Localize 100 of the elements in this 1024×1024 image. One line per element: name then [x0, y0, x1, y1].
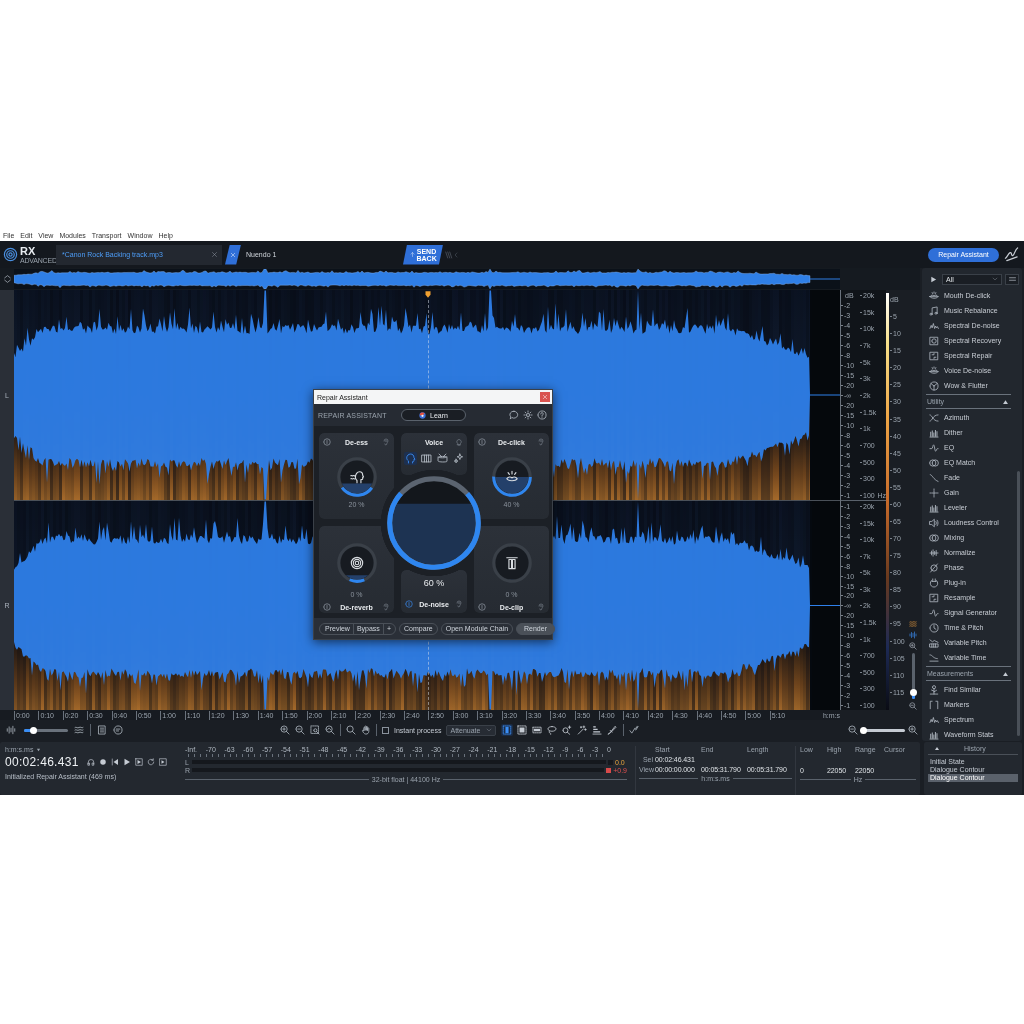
lips-icon — [929, 290, 939, 301]
brush-icon — [607, 725, 618, 735]
menu-button[interactable] — [1005, 273, 1019, 285]
record-icon[interactable] — [98, 758, 107, 766]
waveform-icon — [929, 547, 939, 558]
lips-icon — [929, 365, 939, 376]
document-icon[interactable] — [97, 725, 107, 735]
stacked-bars-icon — [592, 725, 603, 735]
selection-tool-button[interactable] — [561, 724, 574, 736]
zoom-out-icon[interactable] — [295, 725, 305, 735]
headphones-icon[interactable] — [86, 758, 95, 766]
tree-icon — [929, 684, 939, 695]
selection-tool-button[interactable] — [576, 724, 589, 736]
host-close-button[interactable] — [225, 244, 241, 265]
zoom-out-icon[interactable] — [848, 725, 858, 735]
power-icon[interactable] — [478, 438, 486, 446]
blend-slider[interactable] — [24, 728, 68, 732]
clip-bars-icon — [504, 556, 519, 570]
speech-bubble-icon[interactable] — [509, 410, 519, 420]
lasso-icon — [547, 725, 558, 735]
zoom-slider[interactable] — [861, 728, 905, 732]
chevron-down-icon — [992, 276, 998, 282]
slashes-icon — [445, 249, 453, 260]
check-pen-icon[interactable] — [629, 725, 640, 735]
head-waves-icon — [349, 470, 364, 484]
plug-icon — [929, 577, 939, 588]
magic-wand-icon — [577, 725, 588, 735]
slider-thumb[interactable] — [860, 726, 868, 734]
circle-lines-icon[interactable] — [113, 725, 123, 735]
time-selection-icon — [502, 725, 513, 735]
zoom-in-icon[interactable] — [908, 725, 918, 735]
chevron-down-icon — [486, 727, 493, 733]
time-display: 00:02:46.431 — [5, 755, 79, 769]
checkbox[interactable] — [382, 726, 389, 734]
overlapping-circles-icon — [929, 532, 939, 543]
overview-waveform-drawing[interactable] — [14, 269, 840, 289]
selection-tool-button[interactable] — [606, 724, 619, 736]
power-icon[interactable] — [478, 603, 486, 611]
zoom-in-icon[interactable] — [909, 642, 917, 650]
play-icon[interactable] — [930, 275, 937, 283]
settings-icon[interactable] — [523, 410, 533, 420]
slider-thumb[interactable] — [29, 726, 37, 734]
selection-tool-button[interactable] — [591, 724, 604, 736]
waveform-icon[interactable] — [909, 631, 917, 639]
lightbulb-icon[interactable] — [455, 438, 463, 446]
zoom-fit-icon[interactable] — [325, 725, 335, 735]
slope-icon — [929, 472, 939, 483]
clock-icon — [929, 622, 939, 633]
stacked-waves-icon[interactable] — [74, 725, 84, 735]
slider-thumb[interactable] — [909, 689, 917, 697]
hand-icon[interactable] — [361, 725, 371, 735]
power-icon[interactable] — [323, 603, 331, 611]
close-icon[interactable] — [211, 251, 218, 258]
overlapping-circles-icon — [929, 457, 939, 468]
zoom-selection-icon[interactable] — [310, 725, 320, 735]
vertical-zoom-slider[interactable] — [911, 653, 915, 699]
bars-icon — [929, 502, 939, 513]
menu-icon — [1007, 275, 1017, 283]
sparkle-icon[interactable] — [451, 452, 465, 465]
magnifier-icon[interactable] — [346, 725, 356, 735]
keyboard-icon — [929, 637, 939, 648]
selection-tool-button[interactable] — [531, 724, 544, 736]
play-icon[interactable] — [122, 758, 131, 766]
music-note-icon — [929, 305, 939, 316]
selection-tool-button[interactable] — [516, 724, 529, 736]
scrollbar[interactable] — [1017, 471, 1020, 736]
zigzag-icon — [929, 714, 939, 725]
curve-icon — [929, 607, 939, 618]
triangle-up-icon[interactable] — [934, 746, 940, 751]
close-icon — [542, 394, 548, 400]
close-icon — [230, 251, 236, 258]
zoom-out-icon[interactable] — [909, 702, 917, 710]
play-selection-icon[interactable] — [134, 758, 143, 766]
power-icon[interactable] — [323, 438, 331, 446]
frequency-selection-icon — [532, 725, 543, 735]
clip-indicator[interactable] — [606, 767, 612, 773]
triangle-down-icon — [36, 747, 42, 752]
drum-icon[interactable] — [435, 452, 449, 465]
head-profile-icon[interactable] — [403, 452, 417, 465]
wheel-icon — [929, 380, 939, 391]
loop-icon[interactable] — [146, 758, 155, 766]
orb-icon — [419, 411, 427, 419]
waveform-icon[interactable] — [6, 725, 16, 735]
skip-back-icon[interactable] — [110, 758, 119, 766]
selection-tool-button[interactable] — [546, 724, 559, 736]
zoom-in-icon[interactable] — [280, 725, 290, 735]
scribble-icon[interactable] — [1004, 247, 1019, 262]
dashed-curve-icon — [929, 652, 939, 663]
app-logo-text: RX — [20, 245, 37, 257]
arrow-up-icon — [409, 250, 415, 259]
help-icon[interactable] — [537, 410, 547, 420]
zigzag-icon — [929, 320, 939, 331]
play-box-icon[interactable] — [158, 758, 167, 766]
selection-tool-button[interactable] — [501, 724, 514, 736]
piano-keys-icon[interactable] — [419, 452, 433, 465]
bars-icon — [929, 427, 939, 438]
speaker-icon — [929, 517, 939, 528]
curve-icon — [929, 442, 939, 453]
lips-rays-icon — [504, 470, 519, 484]
collapse-chevrons-icon[interactable] — [2, 272, 12, 286]
